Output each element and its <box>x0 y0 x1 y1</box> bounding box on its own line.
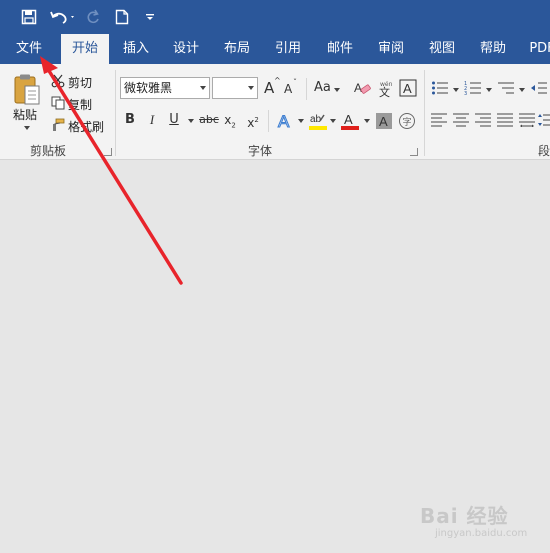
annotation-arrow <box>40 56 183 285</box>
word-window: 文件 开始 插入 设计 布局 引用 邮件 审阅 视图 帮助 PDF 粘 <box>0 0 550 553</box>
watermark-url: jingyan.baidu.com <box>435 528 528 539</box>
watermark-text: Bai 经验 <box>420 504 509 528</box>
